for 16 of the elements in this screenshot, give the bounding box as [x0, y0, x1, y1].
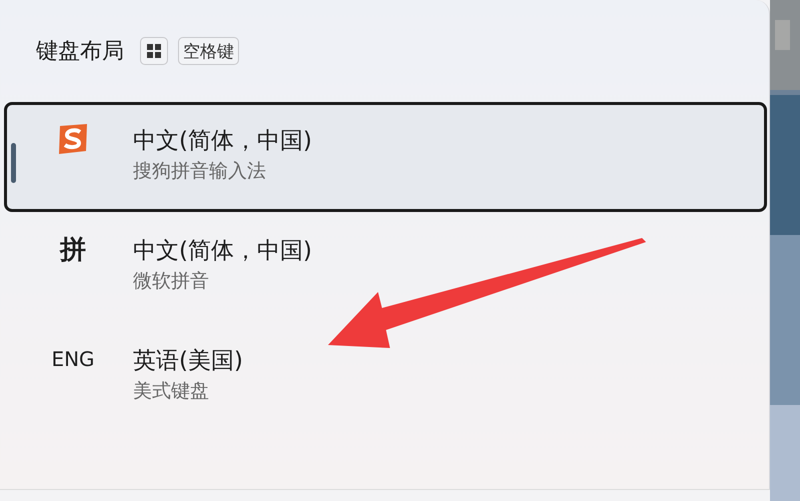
- flyout-title: 键盘布局: [36, 38, 124, 66]
- language-name: 英语(美国): [133, 346, 243, 376]
- keyboard-name: 微软拼音: [133, 268, 210, 294]
- s-logo-icon: [56, 123, 90, 155]
- selection-indicator: [11, 143, 16, 183]
- language-name: 中文(简体，中国): [133, 126, 312, 156]
- language-name: 中文(简体，中国): [133, 236, 312, 266]
- space-key: 空格键: [178, 37, 239, 65]
- keyboard-name: 搜狗拼音输入法: [133, 158, 267, 184]
- keyboard-name: 美式键盘: [133, 378, 210, 404]
- windows-icon: [147, 44, 161, 58]
- language-code: ENG: [51, 347, 95, 371]
- input-method-item[interactable]: ENG 英语(美国) 美式键盘: [4, 322, 767, 432]
- input-method-item[interactable]: 中文(简体，中国) 搜狗拼音输入法: [4, 102, 767, 212]
- pinyin-glyph: 拼: [60, 234, 86, 266]
- input-method-item[interactable]: 拼 中文(简体，中国) 微软拼音: [4, 212, 767, 322]
